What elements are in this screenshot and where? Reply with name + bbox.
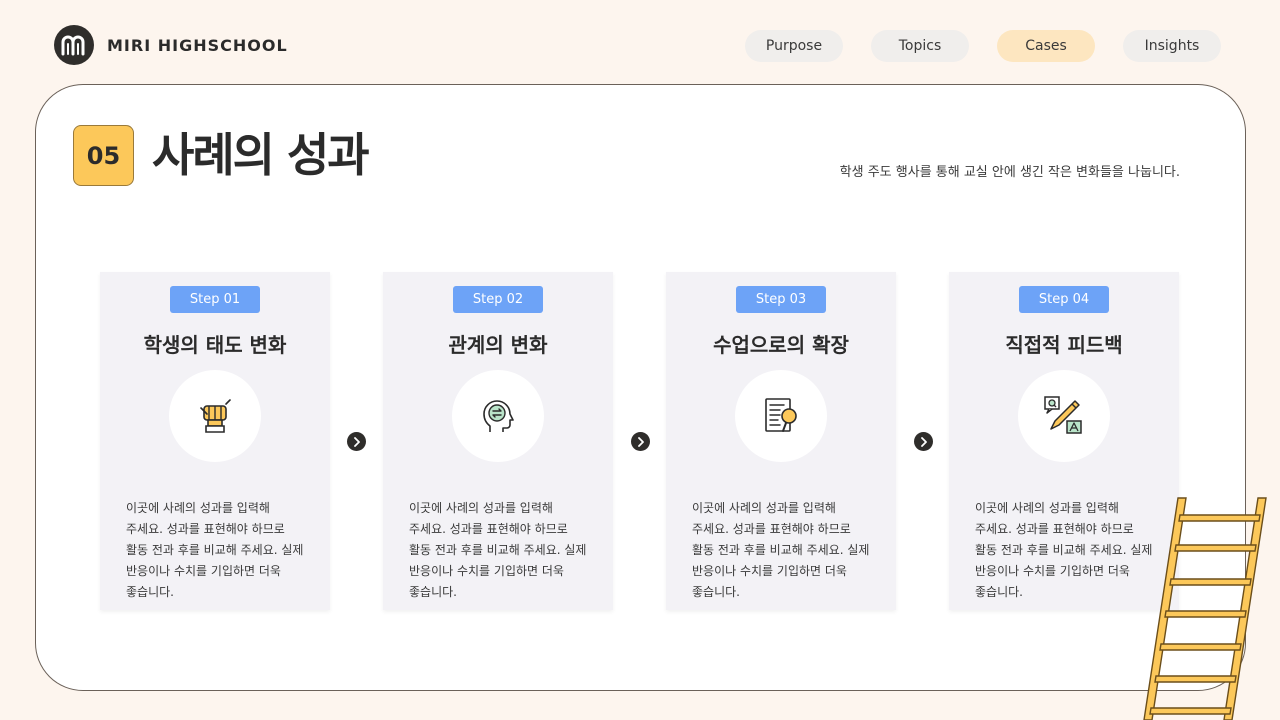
step-description: 이곳에 사례의 성과를 입력해 주세요. 성과를 표현해야 하므로 활동 전과 …	[692, 501, 870, 599]
step-title: 학생의 태도 변화	[143, 333, 287, 357]
nav-item-insights[interactable]: Insights	[1123, 30, 1221, 62]
step-description: 이곳에 사례의 성과를 입력해 주세요. 성과를 표현해야 하므로 활동 전과 …	[126, 501, 304, 599]
head-exchange-icon	[452, 370, 544, 462]
qa-pencil-icon	[1018, 370, 1110, 462]
ladder-illustration	[1140, 495, 1275, 720]
step-description: 이곳에 사례의 성과를 입력해 주세요. 성과를 표현해야 하므로 활동 전과 …	[409, 501, 587, 599]
step-title: 직접적 피드백	[1005, 333, 1123, 357]
chevron-right-icon	[347, 432, 366, 451]
chevron-right-icon	[631, 432, 650, 451]
section-number-badge: 05	[73, 125, 134, 186]
top-nav: Purpose Topics Cases Insights	[745, 30, 1221, 62]
raised-fist-icon	[169, 370, 261, 462]
nav-item-purpose[interactable]: Purpose	[745, 30, 843, 62]
nav-item-cases[interactable]: Cases	[997, 30, 1095, 62]
step-badge: Step 02	[453, 286, 543, 313]
brand[interactable]: MIRI HIGHSCHOOL	[54, 25, 288, 65]
nav-item-topics[interactable]: Topics	[871, 30, 969, 62]
m-logo-icon	[54, 25, 94, 65]
step-badge: Step 01	[170, 286, 260, 313]
step-badge: Step 03	[736, 286, 826, 313]
step-title: 수업으로의 확장	[713, 333, 849, 357]
step-card-1: Step 01 학생의 태도 변화 이곳에 사례의 성과를 입력해 주세요. 성…	[100, 272, 330, 610]
page-title: 사례의 성과	[152, 128, 370, 182]
step-badge: Step 04	[1019, 286, 1109, 313]
step-description: 이곳에 사례의 성과를 입력해 주세요. 성과를 표현해야 하므로 활동 전과 …	[975, 501, 1153, 599]
brand-name: MIRI HIGHSCHOOL	[107, 35, 288, 55]
page-subtitle: 학생 주도 행사를 통해 교실 안에 생긴 작은 변화들을 나눕니다.	[839, 165, 1180, 180]
chevron-right-icon	[914, 432, 933, 451]
step-card-3: Step 03 수업으로의 확장 이곳에 사례의 성과를 입력해 주세요. 성과…	[666, 272, 896, 610]
step-card-2: Step 02 관계의 변화 이곳에 사례의 성과를 입력해 주세요. 성과를 …	[383, 272, 613, 610]
step-title: 관계의 변화	[448, 333, 548, 357]
document-search-icon	[735, 370, 827, 462]
